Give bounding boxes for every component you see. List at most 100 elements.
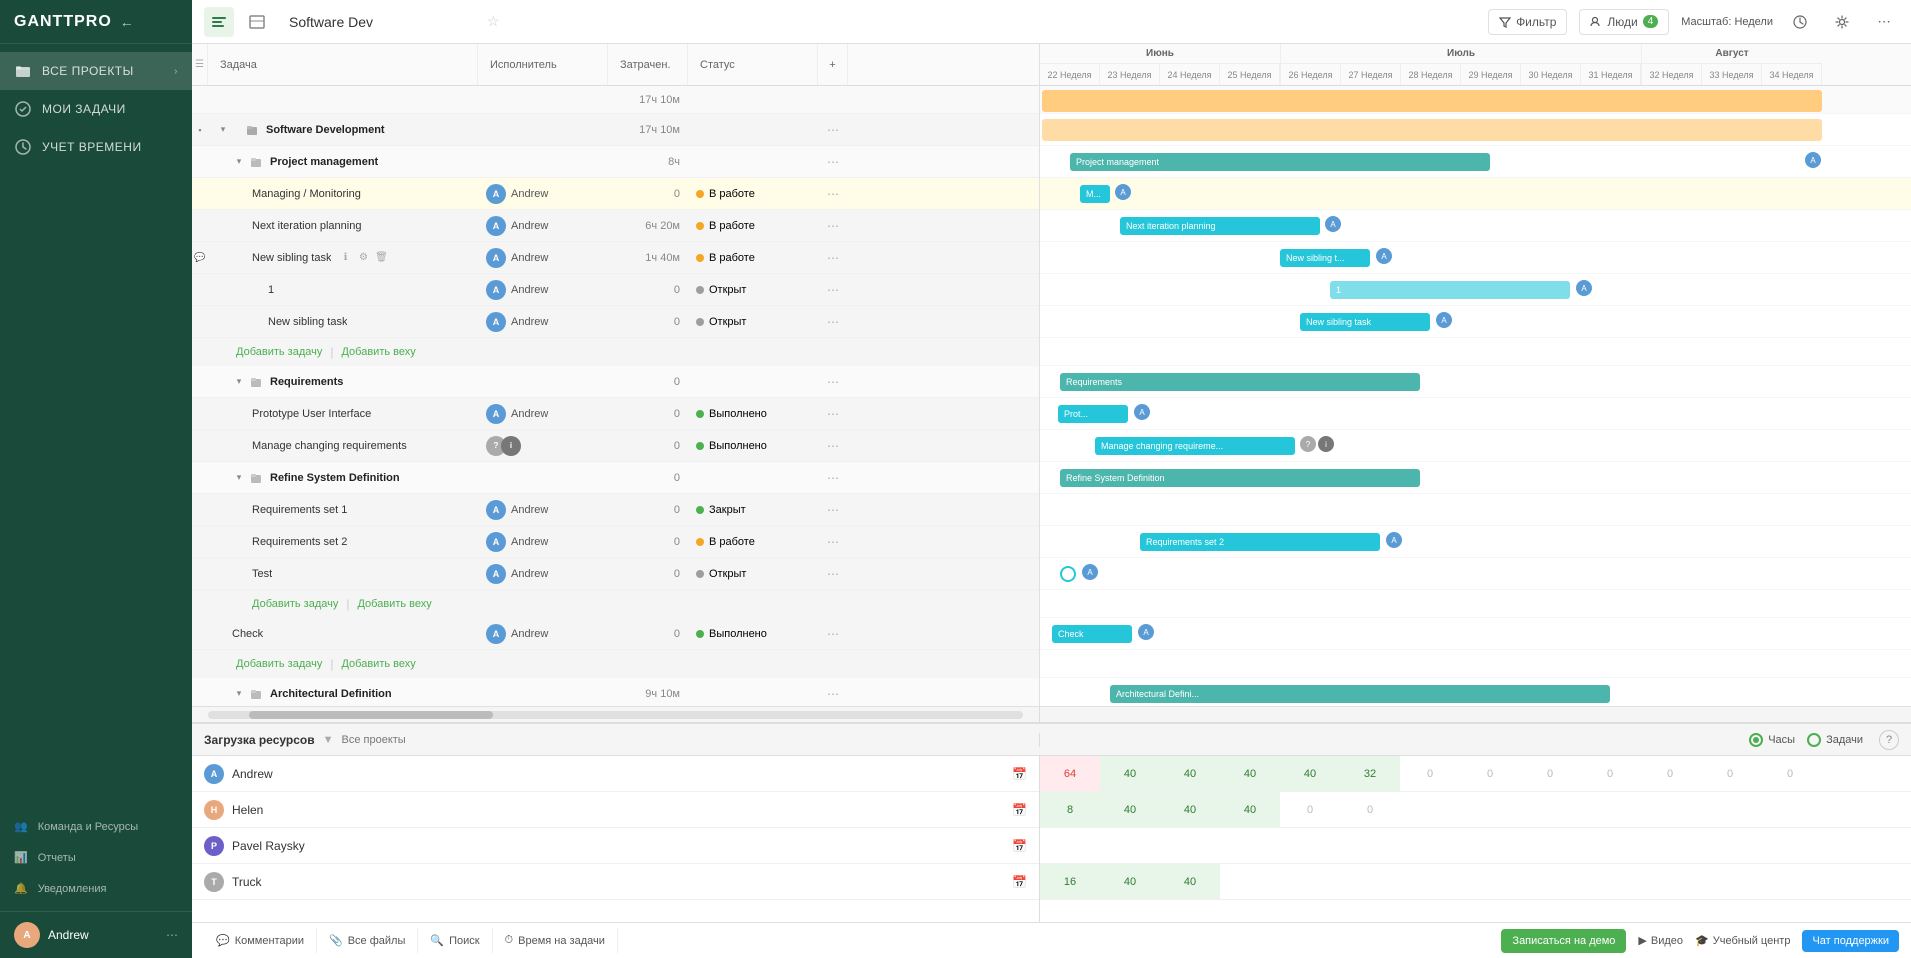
spent-cell: 0 <box>608 274 688 305</box>
radio-hours[interactable]: Часы <box>1749 733 1795 747</box>
collapse-icon[interactable]: ▾ <box>232 155 246 169</box>
task-name: Check <box>232 628 263 640</box>
sidebar-user-area: A Andrew ⋯ <box>0 911 192 958</box>
video-link[interactable]: ▶ Видео <box>1638 934 1683 947</box>
add-task-link[interactable]: Добавить задачу <box>252 598 338 610</box>
calendar-icon[interactable]: 📅 <box>1012 803 1027 817</box>
history-btn[interactable] <box>1785 7 1815 37</box>
settings-btn[interactable] <box>1827 7 1857 37</box>
gantt-bar-next-iter[interactable]: Next iteration planning <box>1120 217 1320 235</box>
sidebar-item-team[interactable]: 👥 Команда и Ресурсы <box>0 812 192 841</box>
more-btn[interactable]: ⋯ <box>1869 7 1899 37</box>
more-cell[interactable]: ⋯ <box>818 210 848 241</box>
chat-btn[interactable]: Чат поддержки <box>1802 930 1899 952</box>
tab-files[interactable]: 📎 Все файлы <box>317 928 418 953</box>
col-task-label: Задача <box>220 59 257 71</box>
tab-time[interactable]: ⏱ Время на задачи <box>493 928 618 953</box>
table-row: ▾ Requirements 0 ⋯ <box>192 366 1039 398</box>
horizontal-scrollbar[interactable] <box>208 711 1023 719</box>
more-cell[interactable]: ⋯ <box>818 398 848 429</box>
more-cell[interactable]: ⋯ <box>818 430 848 461</box>
collapse-icon[interactable]: ▾ <box>216 123 230 137</box>
calendar-icon[interactable]: 📅 <box>1012 875 1027 889</box>
tab-search[interactable]: 🔍 Поиск <box>418 928 492 953</box>
scroll-thumb[interactable] <box>249 711 494 719</box>
sidebar-item-all-projects[interactable]: ВСЕ ПРОЕКТЫ › <box>0 52 192 90</box>
back-icon[interactable]: ← <box>120 14 134 30</box>
demo-btn[interactable]: Записаться на демо <box>1501 929 1626 953</box>
more-cell[interactable]: ⋯ <box>818 462 848 493</box>
gantt-bar-refine[interactable]: Refine System Definition <box>1060 469 1420 487</box>
gantt-bar-check[interactable]: Check <box>1052 625 1132 643</box>
delete-icon[interactable]: 🗑 <box>374 251 388 265</box>
project-title-input[interactable] <box>280 9 479 35</box>
calendar-icon[interactable]: 📅 <box>1012 767 1027 781</box>
add-milestone-link[interactable]: Добавить веху <box>341 346 415 358</box>
collapse-icon[interactable]: ▾ <box>232 687 246 701</box>
collapse-all-icon[interactable]: ☰ <box>195 59 204 70</box>
more-cell[interactable]: ⋯ <box>818 366 848 397</box>
total-spent-cell: 17ч 10м <box>608 86 688 113</box>
settings-icon[interactable]: ⚙ <box>356 251 370 265</box>
collapse-icon[interactable]: ▾ <box>232 375 246 389</box>
sidebar-item-time[interactable]: УЧЕТ ВРЕМЕНИ <box>0 128 192 166</box>
tab-comments[interactable]: 💬 Комментарии <box>204 928 317 953</box>
gantt-bar-project[interactable] <box>1042 90 1822 112</box>
filter-btn[interactable]: Фильтр <box>1488 9 1567 35</box>
add-task-link[interactable]: Добавить задачу <box>236 658 322 670</box>
week-31: 31 Неделя <box>1581 64 1641 85</box>
more-cell[interactable]: ⋯ <box>818 178 848 209</box>
more-cell[interactable]: ⋯ <box>818 274 848 305</box>
gantt-bar-arch[interactable]: Architectural Defini... <box>1110 685 1610 703</box>
chart-row-requirements: Requirements <box>1040 366 1911 398</box>
status-dot <box>696 254 704 262</box>
education-link[interactable]: 🎓 Учебный центр <box>1695 934 1790 947</box>
more-cell[interactable]: ⋯ <box>818 618 848 649</box>
assignee-cell: A Andrew <box>478 210 608 241</box>
chart-row-add2 <box>1040 590 1911 618</box>
sidebar-item-my-tasks[interactable]: МОИ ЗАДАЧИ <box>0 90 192 128</box>
calendar-icon[interactable]: 📅 <box>1012 839 1027 853</box>
gantt-bar-prototype[interactable]: Prot... <box>1058 405 1128 423</box>
gantt-bar-new-sibling[interactable]: New sibling t... <box>1280 249 1370 267</box>
radio-tasks[interactable]: Задачи <box>1807 733 1863 747</box>
add-milestone-link[interactable]: Добавить веху <box>341 658 415 670</box>
gantt-bar-task1[interactable]: 1 <box>1330 281 1570 299</box>
collapse-icon[interactable]: ▾ <box>232 471 246 485</box>
add-col-header[interactable]: + <box>818 44 848 85</box>
task-name: Requirements set 2 <box>252 536 347 548</box>
resource-cell <box>1580 828 1640 863</box>
info-icon[interactable]: ℹ <box>338 251 352 265</box>
gantt-bar-project-mgmt[interactable]: Project management <box>1070 153 1490 171</box>
more-cell[interactable]: ⋯ <box>818 526 848 557</box>
resource-cell <box>1040 828 1100 863</box>
people-btn[interactable]: Люди 4 <box>1579 9 1669 35</box>
gantt-bar-softwaredev[interactable] <box>1042 119 1822 141</box>
more-cell[interactable]: ⋯ <box>818 678 848 706</box>
more-cell[interactable]: ⋯ <box>818 114 848 145</box>
sidebar-item-notifications[interactable]: 🔔 Уведомления <box>0 874 192 903</box>
gantt-bar-new-sibling2[interactable]: New sibling task <box>1300 313 1430 331</box>
chart-row-total <box>1040 86 1911 114</box>
gantt-bar-managing[interactable]: M... <box>1080 185 1110 203</box>
gantt-bar-manage-req[interactable]: Manage changing requireme... <box>1095 437 1295 455</box>
more-cell[interactable]: ⋯ <box>818 558 848 589</box>
add-milestone-link[interactable]: Добавить веху <box>357 598 431 610</box>
add-task-link[interactable]: Добавить задачу <box>236 346 322 358</box>
resource-all-projects[interactable]: Все проекты <box>342 734 406 746</box>
user-menu-btn[interactable]: ⋯ <box>166 928 178 942</box>
sidebar-item-reports[interactable]: 📊 Отчеты <box>0 843 192 872</box>
resource-dropdown-arrow[interactable]: ▼ <box>323 734 334 746</box>
expand-icon[interactable]: ▪ <box>198 125 201 135</box>
more-cell[interactable]: ⋯ <box>818 146 848 177</box>
table-row: 1 A Andrew 0 Открыт <box>192 274 1039 306</box>
list-view-btn[interactable] <box>242 7 272 37</box>
gantt-bar-requirements[interactable]: Requirements <box>1060 373 1420 391</box>
more-cell[interactable]: ⋯ <box>818 494 848 525</box>
help-icon[interactable]: ? <box>1879 730 1899 750</box>
gantt-bar-req2[interactable]: Requirements set 2 <box>1140 533 1380 551</box>
gantt-view-btn[interactable] <box>204 7 234 37</box>
favorite-icon[interactable]: ☆ <box>487 13 500 30</box>
more-cell[interactable]: ⋯ <box>818 306 848 337</box>
more-cell[interactable]: ⋯ <box>818 242 848 273</box>
